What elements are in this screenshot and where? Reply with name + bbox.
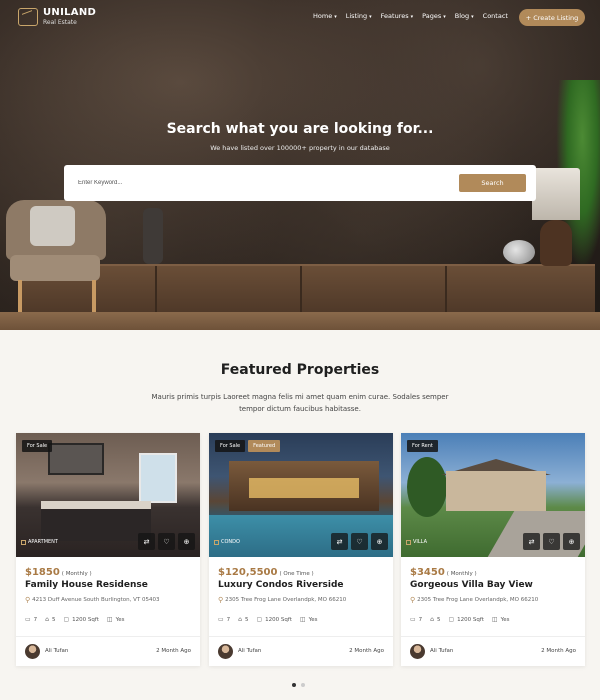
- garage-icon: ◫: [491, 616, 498, 623]
- armchair-image: [0, 200, 115, 320]
- property-address: ⚲ 4213 Duff Avenue South Burlington, VT 0…: [25, 596, 160, 604]
- building-icon: [21, 539, 26, 545]
- property-address: ⚲ 2305 Tree Frog Lane Overlandpk, MO 6621…: [410, 596, 539, 604]
- search-button[interactable]: Search: [459, 174, 526, 192]
- search-bar: Search: [64, 165, 536, 201]
- property-card[interactable]: For Rent VILLA ⇄ ♡ ⊕ $3450( Monthly ) Go…: [401, 433, 585, 666]
- pagination-dot[interactable]: [301, 683, 305, 687]
- property-features: ▭ 7 ⌂ 5 ▢ 1200 Sqft ◫ Yes: [410, 616, 510, 623]
- logo-icon: [18, 8, 38, 26]
- carousel-pagination: [292, 683, 305, 687]
- chevron-down-icon: ▾: [471, 14, 474, 20]
- avatar[interactable]: [25, 644, 40, 659]
- bed-icon: ▭: [25, 616, 31, 623]
- section-title: Featured Properties: [220, 362, 380, 378]
- status-badge: For Sale: [22, 440, 53, 452]
- garage-icon: ◫: [299, 616, 306, 623]
- main-menu: Home ▾ Listing ▾ Features ▾ Pages ▾ Blog ▾ Co…: [313, 12, 508, 20]
- search-input[interactable]: [78, 176, 438, 190]
- bath-icon: ⌂: [238, 616, 242, 623]
- decor-ball-image: [503, 240, 535, 264]
- price: $3450( Monthly ): [410, 567, 477, 578]
- price: $1850( Monthly ): [25, 567, 92, 578]
- property-card[interactable]: For Sale Featured CONDO ⇄ ♡ ⊕ $120,5500(…: [209, 433, 393, 666]
- property-card[interactable]: For Sale APARTMENT ⇄ ♡ ⊕ $1850( Monthly …: [16, 433, 200, 666]
- chevron-down-icon: ▾: [410, 14, 414, 20]
- create-listing-button[interactable]: + Create Listing: [519, 9, 585, 26]
- bath-icon: ⌂: [430, 616, 434, 623]
- status-badge: For Rent: [407, 440, 438, 452]
- nav-item-contact[interactable]: Contact: [483, 12, 508, 20]
- area-icon: ▢: [448, 616, 455, 623]
- property-features: ▭ 7 ⌂ 5 ▢ 1200 Sqft ◫ Yes: [218, 616, 318, 623]
- card-footer: Ali Tufan 2 Month Ago: [209, 636, 393, 666]
- nav-item-pages[interactable]: Pages ▾: [422, 12, 446, 20]
- section-description: Mauris primis turpis Laoreet magna felis…: [151, 393, 449, 413]
- hero-subtitle: We have listed over 100000+ property in …: [210, 144, 390, 152]
- chevron-down-icon: ▾: [369, 14, 372, 20]
- top-nav: UNILAND Real Estate Home ▾ Listing ▾ Featu…: [0, 0, 600, 36]
- nav-item-home[interactable]: Home ▾: [313, 12, 337, 20]
- area-icon: ▢: [256, 616, 263, 623]
- compare-icon[interactable]: ⇄: [138, 533, 155, 550]
- card-footer: Ali Tufan 2 Month Ago: [16, 636, 200, 666]
- bath-icon: ⌂: [45, 616, 49, 623]
- bed-icon: ▭: [218, 616, 224, 623]
- status-badge: For Sale: [215, 440, 246, 452]
- floor-image: [0, 312, 600, 330]
- nav-item-listing[interactable]: Listing ▾: [346, 12, 372, 20]
- nav-item-features[interactable]: Features ▾: [381, 12, 413, 20]
- zoom-icon[interactable]: ⊕: [371, 533, 388, 550]
- location-pin-icon: ⚲: [25, 596, 31, 604]
- heart-icon[interactable]: ♡: [158, 533, 175, 550]
- property-type: VILLA: [406, 539, 427, 545]
- avatar[interactable]: [218, 644, 233, 659]
- location-pin-icon: ⚲: [410, 596, 416, 604]
- price: $120,5500( One Time ): [218, 567, 314, 578]
- compare-icon[interactable]: ⇄: [331, 533, 348, 550]
- card-footer: Ali Tufan 2 Month Ago: [401, 636, 585, 666]
- brand-name: UNILAND: [43, 7, 97, 18]
- brand-tagline: Real Estate: [43, 19, 77, 26]
- property-image[interactable]: For Rent VILLA ⇄ ♡ ⊕: [401, 433, 585, 557]
- property-image[interactable]: For Sale Featured CONDO ⇄ ♡ ⊕: [209, 433, 393, 557]
- garage-icon: ◫: [106, 616, 113, 623]
- lamp-image: [532, 168, 580, 266]
- property-type: APARTMENT: [21, 539, 58, 545]
- property-features: ▭ 7 ⌂ 5 ▢ 1200 Sqft ◫ Yes: [25, 616, 125, 623]
- agent-name[interactable]: Ali Tufan: [45, 648, 68, 654]
- pagination-dot[interactable]: [292, 683, 296, 687]
- zoom-icon[interactable]: ⊕: [563, 533, 580, 550]
- avatar[interactable]: [410, 644, 425, 659]
- posted-time: 2 Month Ago: [541, 648, 576, 654]
- building-icon: [406, 539, 411, 545]
- area-icon: ▢: [63, 616, 70, 623]
- posted-time: 2 Month Ago: [156, 648, 191, 654]
- property-name[interactable]: Gorgeous Villa Bay View: [410, 580, 533, 590]
- property-image[interactable]: For Sale APARTMENT ⇄ ♡ ⊕: [16, 433, 200, 557]
- hero-banner: UNILAND Real Estate Home ▾ Listing ▾ Featu…: [0, 0, 600, 330]
- hero-title: Search what you are looking for...: [166, 121, 434, 137]
- bed-icon: ▭: [410, 616, 416, 623]
- posted-time: 2 Month Ago: [349, 648, 384, 654]
- nav-item-blog[interactable]: Blog ▾: [455, 12, 474, 20]
- heart-icon[interactable]: ♡: [351, 533, 368, 550]
- property-type: CONDO: [214, 539, 240, 545]
- location-pin-icon: ⚲: [218, 596, 224, 604]
- zoom-icon[interactable]: ⊕: [178, 533, 195, 550]
- vase-image: [143, 208, 163, 264]
- chevron-down-icon: ▾: [334, 14, 337, 20]
- logo[interactable]: UNILAND Real Estate: [18, 8, 96, 26]
- property-address: ⚲ 2305 Tree Frog Lane Overlandpk, MO 6621…: [218, 596, 347, 604]
- agent-name[interactable]: Ali Tufan: [238, 648, 261, 654]
- building-icon: [214, 539, 219, 545]
- compare-icon[interactable]: ⇄: [523, 533, 540, 550]
- chevron-down-icon: ▾: [443, 14, 446, 20]
- featured-badge: Featured: [248, 440, 281, 452]
- property-name[interactable]: Family House Residense: [25, 580, 148, 590]
- heart-icon[interactable]: ♡: [543, 533, 560, 550]
- agent-name[interactable]: Ali Tufan: [430, 648, 453, 654]
- property-name[interactable]: Luxury Condos Riverside: [218, 580, 344, 590]
